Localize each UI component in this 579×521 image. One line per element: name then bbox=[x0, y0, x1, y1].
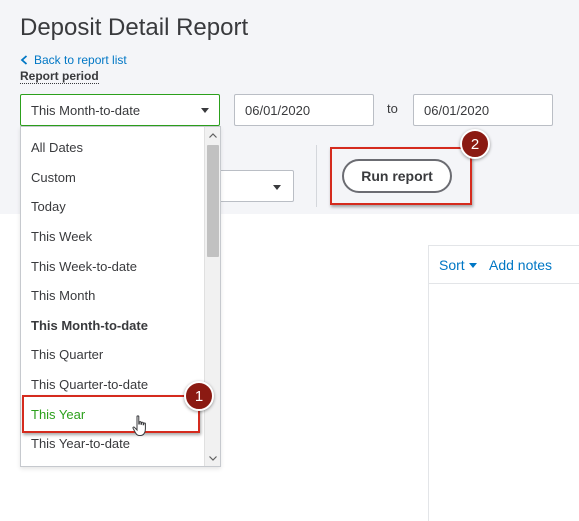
caret-down-icon bbox=[201, 107, 209, 113]
step-badge-2: 2 bbox=[460, 129, 490, 159]
run-report-highlight bbox=[330, 147, 472, 205]
scroll-up-arrow-icon[interactable] bbox=[205, 127, 221, 143]
date-to-input[interactable]: 06/01/2020 bbox=[413, 94, 553, 126]
this-year-highlight bbox=[22, 395, 200, 433]
dropdown-option-this-week-to-date[interactable]: This Week-to-date bbox=[21, 251, 203, 281]
back-to-report-list-link[interactable]: Back to report list bbox=[20, 53, 127, 67]
dropdown-option-this-month-to-date[interactable]: This Month-to-date bbox=[21, 311, 203, 341]
report-panel: Sort Add notes bbox=[428, 245, 579, 521]
dropdown-option-this-week[interactable]: This Week bbox=[21, 222, 203, 252]
step-badge-1: 1 bbox=[184, 381, 214, 411]
sort-dropdown[interactable]: Sort bbox=[439, 257, 477, 273]
dropdown-option-this-month[interactable]: This Month bbox=[21, 281, 203, 311]
sort-label: Sort bbox=[439, 257, 465, 273]
report-period-label: Report period bbox=[20, 69, 99, 84]
dropdown-scrollbar[interactable] bbox=[204, 127, 220, 466]
dropdown-option-custom[interactable]: Custom bbox=[21, 163, 203, 193]
back-link-label: Back to report list bbox=[34, 53, 127, 67]
report-period-value: This Month-to-date bbox=[31, 102, 141, 118]
chevron-left-icon bbox=[20, 55, 28, 65]
divider bbox=[316, 145, 317, 207]
date-to-label: to bbox=[387, 101, 398, 116]
dropdown-option-all-dates[interactable]: All Dates bbox=[21, 133, 203, 163]
date-from-input[interactable]: 06/01/2020 bbox=[234, 94, 374, 126]
report-period-select[interactable]: This Month-to-date bbox=[20, 94, 220, 126]
scroll-down-arrow-icon[interactable] bbox=[205, 450, 221, 466]
add-notes-link[interactable]: Add notes bbox=[489, 257, 552, 273]
dropdown-option-today[interactable]: Today bbox=[21, 192, 203, 222]
caret-down-icon bbox=[468, 262, 477, 268]
caret-down-icon bbox=[273, 185, 281, 190]
report-panel-header: Sort Add notes bbox=[429, 246, 579, 284]
hand-pointer-icon bbox=[132, 415, 146, 436]
dropdown-option-this-quarter[interactable]: This Quarter bbox=[21, 340, 203, 370]
scrollbar-thumb[interactable] bbox=[207, 145, 219, 257]
dropdown-option-this-year-to-date[interactable]: This Year-to-date bbox=[21, 429, 203, 459]
page-title: Deposit Detail Report bbox=[20, 14, 249, 41]
